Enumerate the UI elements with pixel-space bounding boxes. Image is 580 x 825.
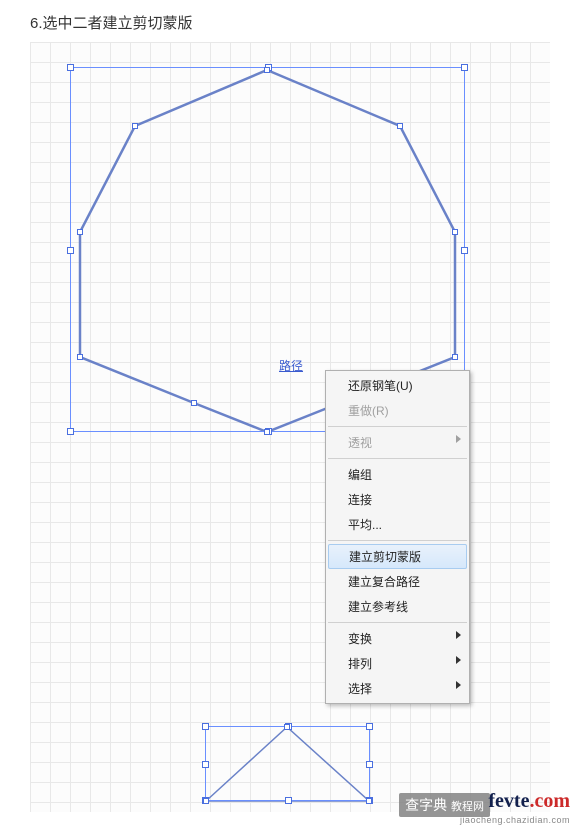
chevron-right-icon [456, 656, 461, 664]
anchor-point[interactable] [366, 798, 372, 804]
triangle-path[interactable] [30, 42, 550, 822]
menu-join[interactable]: 连接 [326, 487, 469, 512]
brand-name: fevte [488, 790, 529, 812]
watermark-brand: fevte.com [488, 790, 570, 813]
menu-make-guides[interactable]: 建立参考线 [326, 594, 469, 619]
menu-make-clipping-mask[interactable]: 建立剪切蒙版 [328, 544, 467, 569]
menu-separator [328, 458, 467, 459]
menu-select[interactable]: 选择 [326, 676, 469, 701]
menu-average[interactable]: 平均... [326, 512, 469, 537]
menu-label: 变换 [348, 632, 372, 646]
menu-separator [328, 426, 467, 427]
menu-undo[interactable]: 还原钢笔(U) [326, 373, 469, 398]
design-canvas[interactable]: 路径 [30, 42, 550, 812]
menu-perspective: 透视 [326, 430, 469, 455]
chevron-right-icon [456, 631, 461, 639]
menu-arrange[interactable]: 排列 [326, 651, 469, 676]
anchor-point[interactable] [203, 798, 209, 804]
menu-transform[interactable]: 变换 [326, 626, 469, 651]
watermark-url: jiaocheng.chazidian.com [460, 815, 570, 825]
chevron-right-icon [456, 681, 461, 689]
menu-label: 选择 [348, 682, 372, 696]
watermark-left-sub: 教程网 [451, 801, 484, 813]
watermark-left-main: 查字典 [405, 797, 447, 813]
menu-label: 排列 [348, 657, 372, 671]
chevron-right-icon [456, 435, 461, 443]
step-title: 6.选中二者建立剪切蒙版 [30, 12, 193, 33]
menu-group[interactable]: 编组 [326, 462, 469, 487]
brand-suffix: .com [529, 790, 570, 812]
menu-make-compound-path[interactable]: 建立复合路径 [326, 569, 469, 594]
menu-label: 透视 [348, 436, 372, 450]
watermark-overlay: 查字典 教程网 [399, 793, 490, 817]
menu-separator [328, 622, 467, 623]
context-menu: 还原钢笔(U) 重做(R) 透视 编组 连接 平均... 建立剪切蒙版 建立复合… [325, 370, 470, 704]
anchor-point[interactable] [284, 724, 290, 730]
menu-separator [328, 540, 467, 541]
menu-redo: 重做(R) [326, 398, 469, 423]
